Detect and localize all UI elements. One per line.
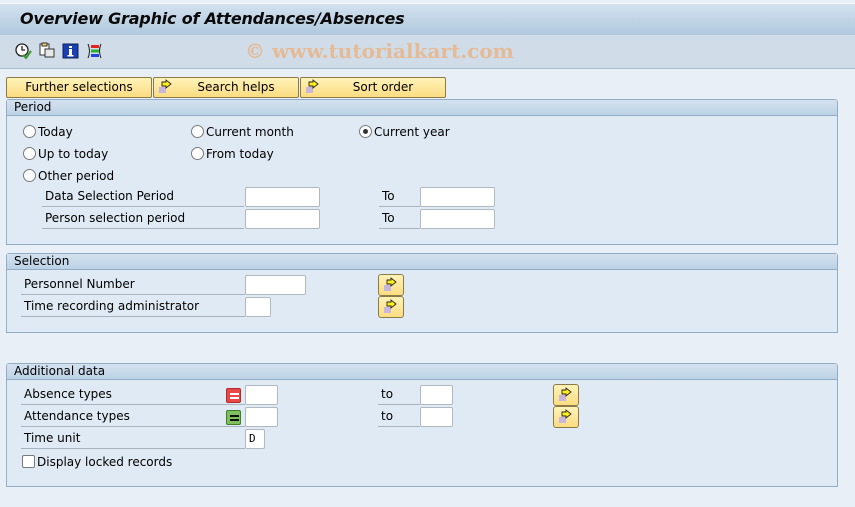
time-admin-label: Time recording administrator	[21, 297, 245, 317]
arrow-right-icon	[558, 409, 574, 425]
time-admin-input[interactable]	[245, 297, 271, 317]
attendance-types-to-input[interactable]	[420, 407, 453, 427]
person-selection-period-label: Person selection period	[42, 209, 244, 229]
time-unit-input[interactable]: D	[245, 429, 265, 449]
period-group-title: Period	[7, 100, 837, 116]
copy-variant-icon[interactable]	[38, 42, 56, 60]
absence-types-from-input[interactable]	[245, 385, 278, 405]
selection-option-icon[interactable]	[226, 410, 241, 425]
radio-current-year[interactable]	[359, 125, 372, 138]
additional-data-group-title: Additional data	[7, 364, 837, 380]
further-selections-label: Further selections	[25, 80, 133, 94]
radio-up-to-today[interactable]	[23, 147, 36, 160]
selection-group-title: Selection	[7, 254, 837, 270]
sort-order-button[interactable]: Sort order	[300, 77, 446, 98]
attendance-types-multiple-selection-button[interactable]	[553, 406, 579, 428]
application-toolbar: © www.tutorialkart.com	[0, 35, 855, 69]
person-selection-to-label: To	[379, 209, 420, 229]
personnel-number-label: Personnel Number	[21, 275, 245, 295]
radio-from-today-label: From today	[206, 147, 274, 161]
attendance-types-label: Attendance types	[21, 407, 245, 427]
absence-types-multiple-selection-button[interactable]	[553, 384, 579, 406]
period-group: Period Today Current month Current year …	[6, 99, 838, 245]
absence-types-to-input[interactable]	[420, 385, 453, 405]
arrow-right-icon	[558, 387, 574, 403]
data-selection-from-input[interactable]	[245, 187, 320, 207]
radio-today-label: Today	[38, 125, 73, 139]
personnel-number-input[interactable]	[245, 275, 306, 295]
person-selection-from-input[interactable]	[245, 209, 320, 229]
attendance-types-from-input[interactable]	[245, 407, 278, 427]
arrow-right-icon	[383, 277, 399, 293]
display-locked-checkbox[interactable]	[22, 455, 35, 468]
absence-types-to-label: to	[378, 385, 420, 405]
title-bar: Overview Graphic of Attendances/Absences	[0, 3, 855, 35]
personnel-number-multiple-selection-button[interactable]	[378, 274, 404, 296]
arrow-right-icon	[383, 299, 399, 315]
radio-current-month[interactable]	[191, 125, 204, 138]
page-title: Overview Graphic of Attendances/Absences	[20, 9, 405, 28]
data-selection-to-input[interactable]	[420, 187, 495, 207]
radio-current-month-label: Current month	[206, 125, 294, 139]
absence-types-label: Absence types	[21, 385, 245, 405]
data-selection-to-label: To	[379, 187, 420, 207]
execute-clock-icon[interactable]	[14, 42, 32, 60]
info-icon[interactable]	[62, 42, 80, 60]
display-locked-label: Display locked records	[37, 455, 173, 469]
search-helps-button[interactable]: Search helps	[153, 77, 299, 98]
selection-group: Selection Personnel Number Time recordin…	[6, 253, 838, 333]
color-legend-icon[interactable]	[86, 42, 104, 60]
time-admin-multiple-selection-button[interactable]	[378, 296, 404, 318]
attendance-types-to-label: to	[378, 407, 420, 427]
radio-other-period-label: Other period	[38, 169, 115, 183]
further-selections-button[interactable]: Further selections	[6, 77, 152, 98]
time-unit-label: Time unit	[21, 429, 245, 449]
selection-option-icon[interactable]	[226, 388, 241, 403]
watermark: © www.tutorialkart.com	[245, 39, 514, 63]
radio-other-period[interactable]	[23, 169, 36, 182]
radio-today[interactable]	[23, 125, 36, 138]
radio-up-to-today-label: Up to today	[38, 147, 109, 161]
search-helps-label: Search helps	[197, 80, 275, 94]
data-selection-period-label: Data Selection Period	[42, 187, 244, 207]
person-selection-to-input[interactable]	[420, 209, 495, 229]
additional-data-group: Additional data Absence types to Attenda…	[6, 363, 838, 487]
sort-order-label: Sort order	[352, 80, 414, 94]
radio-current-year-label: Current year	[374, 125, 450, 139]
radio-from-today[interactable]	[191, 147, 204, 160]
